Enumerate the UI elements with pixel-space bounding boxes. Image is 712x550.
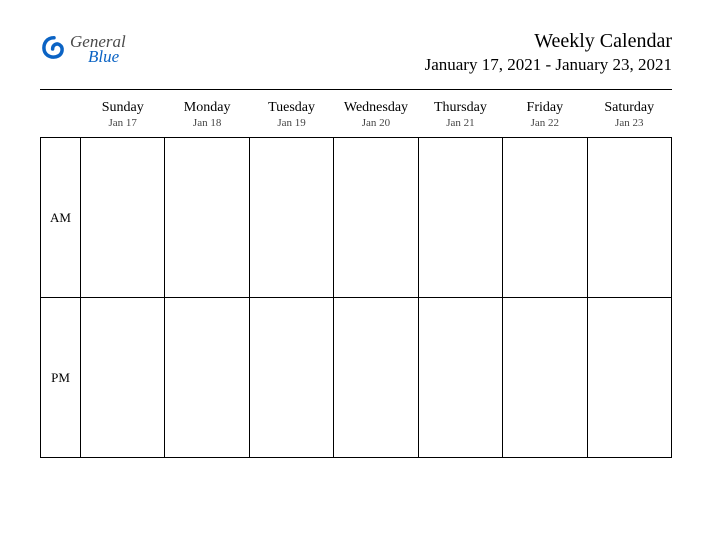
cell-am-sat[interactable] bbox=[587, 138, 671, 298]
period-label-am: AM bbox=[41, 138, 81, 298]
day-date: Jan 19 bbox=[249, 117, 333, 129]
cell-pm-wed[interactable] bbox=[334, 298, 418, 458]
cell-am-tue[interactable] bbox=[249, 138, 333, 298]
day-header: Tuesday Jan 19 bbox=[249, 96, 333, 138]
day-date: Jan 17 bbox=[81, 117, 165, 129]
cell-am-thu[interactable] bbox=[418, 138, 502, 298]
day-date: Jan 20 bbox=[334, 117, 418, 129]
cell-pm-thu[interactable] bbox=[418, 298, 502, 458]
cell-am-wed[interactable] bbox=[334, 138, 418, 298]
day-header: Monday Jan 18 bbox=[165, 96, 249, 138]
logo-line2: Blue bbox=[88, 49, 126, 64]
day-header: Friday Jan 22 bbox=[503, 96, 587, 138]
header: General Blue Weekly Calendar January 17,… bbox=[40, 30, 672, 75]
pm-row: PM bbox=[41, 298, 672, 458]
day-date: Jan 22 bbox=[503, 117, 587, 129]
day-name: Sunday bbox=[81, 100, 165, 116]
day-name: Friday bbox=[503, 100, 587, 116]
page-title: Weekly Calendar bbox=[425, 30, 672, 53]
cell-am-sun[interactable] bbox=[81, 138, 165, 298]
date-range: January 17, 2021 - January 23, 2021 bbox=[425, 55, 672, 75]
day-name: Wednesday bbox=[334, 100, 418, 116]
cell-pm-tue[interactable] bbox=[249, 298, 333, 458]
divider bbox=[40, 89, 672, 90]
blank-header bbox=[41, 96, 81, 138]
cell-pm-sat[interactable] bbox=[587, 298, 671, 458]
day-header: Wednesday Jan 20 bbox=[334, 96, 418, 138]
calendar-table: Sunday Jan 17 Monday Jan 18 Tuesday Jan … bbox=[40, 96, 672, 458]
day-date: Jan 23 bbox=[587, 117, 671, 129]
am-row: AM bbox=[41, 138, 672, 298]
period-label-pm: PM bbox=[41, 298, 81, 458]
day-header: Sunday Jan 17 bbox=[81, 96, 165, 138]
title-block: Weekly Calendar January 17, 2021 - Janua… bbox=[425, 30, 672, 75]
cell-pm-sun[interactable] bbox=[81, 298, 165, 458]
day-date: Jan 21 bbox=[418, 117, 502, 129]
logo-text: General Blue bbox=[70, 34, 126, 65]
day-name: Saturday bbox=[587, 100, 671, 116]
day-date: Jan 18 bbox=[165, 117, 249, 129]
logo: General Blue bbox=[40, 34, 126, 65]
cell-am-fri[interactable] bbox=[503, 138, 587, 298]
cell-am-mon[interactable] bbox=[165, 138, 249, 298]
day-name: Thursday bbox=[418, 100, 502, 116]
day-header: Saturday Jan 23 bbox=[587, 96, 671, 138]
day-header: Thursday Jan 21 bbox=[418, 96, 502, 138]
header-row: Sunday Jan 17 Monday Jan 18 Tuesday Jan … bbox=[41, 96, 672, 138]
swirl-icon bbox=[40, 35, 68, 63]
day-name: Monday bbox=[165, 100, 249, 116]
cell-pm-mon[interactable] bbox=[165, 298, 249, 458]
cell-pm-fri[interactable] bbox=[503, 298, 587, 458]
day-name: Tuesday bbox=[249, 100, 333, 116]
